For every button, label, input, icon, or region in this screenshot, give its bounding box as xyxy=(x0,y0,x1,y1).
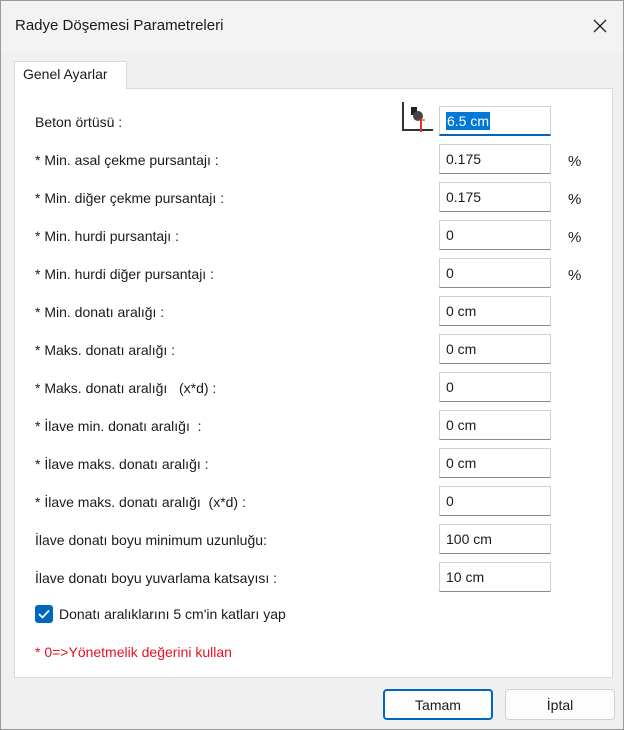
row-beton-ortusu: Beton örtüsü : 6.5 cm xyxy=(15,102,614,138)
tab-label: Genel Ayarlar xyxy=(23,66,108,82)
row-ilave-min-donati-araligi: * İlave min. donatı aralığı : 0 cm xyxy=(15,410,614,442)
min-hurdi-input[interactable]: 0 xyxy=(439,220,551,250)
row-label: * Maks. donatı aralığı : xyxy=(35,342,176,358)
row-label: Beton örtüsü : xyxy=(35,114,123,130)
ilave-donati-min-uzunluk-input[interactable]: 100 cm xyxy=(439,524,551,554)
selected-text: 6.5 cm xyxy=(446,111,491,130)
row-ilave-donati-yuvarlama: İlave donatı boyu yuvarlama katsayısı : … xyxy=(15,562,614,594)
ilave-donati-yuvarlama-input[interactable]: 10 cm xyxy=(439,562,551,592)
cover-diagram-icon[interactable] xyxy=(399,102,435,136)
row-label: * Min. hurdi diğer pursantajı : xyxy=(35,266,214,282)
row-label: * İlave maks. donatı aralığı : xyxy=(35,456,209,472)
row-ilave-maks-donati-araligi: * İlave maks. donatı aralığı : 0 cm xyxy=(15,448,614,480)
ilave-maks-donati-araligi-input[interactable]: 0 cm xyxy=(439,448,551,478)
row-label: * Min. asal çekme pursantajı : xyxy=(35,152,219,168)
row-label: * Min. hurdi pursantajı : xyxy=(35,228,179,244)
default-value-note: * 0=>Yönetmelik değerini kullan xyxy=(35,644,232,660)
percent-unit: % xyxy=(568,153,582,170)
row-min-asal-cekme: * Min. asal çekme pursantajı : 0.175 % xyxy=(15,144,614,176)
close-icon xyxy=(593,19,607,33)
percent-unit: % xyxy=(568,267,582,284)
row-min-hurdi: * Min. hurdi pursantajı : 0 % xyxy=(15,220,614,252)
ilave-maks-donati-araligi-xd-input[interactable]: 0 xyxy=(439,486,551,516)
min-hurdi-diger-input[interactable]: 0 xyxy=(439,258,551,288)
checkbox-label: Donatı aralıklarını 5 cm'in katları yap xyxy=(59,606,286,622)
maks-donati-araligi-xd-input[interactable]: 0 xyxy=(439,372,551,402)
dialog-title: Radye Döşemesi Parametreleri xyxy=(15,17,224,34)
row-label: * Min. diğer çekme pursantajı : xyxy=(35,190,225,206)
donati-5cm-checkbox[interactable] xyxy=(35,605,53,623)
row-label: * İlave maks. donatı aralığı (x*d) : xyxy=(35,494,246,510)
row-min-donati-araligi: * Min. donatı aralığı : 0 cm xyxy=(15,296,614,328)
settings-panel: Beton örtüsü : 6.5 cm * Min. asal çekme … xyxy=(14,88,613,678)
row-maks-donati-araligi-xd: * Maks. donatı aralığı (x*d) : 0 xyxy=(15,372,614,404)
row-maks-donati-araligi: * Maks. donatı aralığı : 0 cm xyxy=(15,334,614,366)
ok-button[interactable]: Tamam xyxy=(383,689,493,720)
row-label: * Maks. donatı aralığı (x*d) : xyxy=(35,380,217,396)
beton-ortusu-input[interactable]: 6.5 cm xyxy=(439,106,551,136)
row-min-diger-cekme: * Min. diğer çekme pursantajı : 0.175 % xyxy=(15,182,614,214)
row-label: * Min. donatı aralığı : xyxy=(35,304,165,320)
row-label: * İlave min. donatı aralığı : xyxy=(35,418,202,434)
title-bar: Radye Döşemesi Parametreleri xyxy=(1,1,623,51)
row-min-hurdi-diger: * Min. hurdi diğer pursantajı : 0 % xyxy=(15,258,614,290)
row-ilave-donati-min-uzunluk: İlave donatı boyu minimum uzunluğu: 100 … xyxy=(15,524,614,556)
min-diger-cekme-input[interactable]: 0.175 xyxy=(439,182,551,212)
close-button[interactable] xyxy=(577,1,623,51)
min-asal-cekme-input[interactable]: 0.175 xyxy=(439,144,551,174)
cancel-button[interactable]: İptal xyxy=(505,689,615,720)
checkmark-icon xyxy=(38,609,50,619)
percent-unit: % xyxy=(568,229,582,246)
percent-unit: % xyxy=(568,191,582,208)
row-label: İlave donatı boyu minimum uzunluğu: xyxy=(35,532,267,548)
ilave-min-donati-araligi-input[interactable]: 0 cm xyxy=(439,410,551,440)
tab-genel-ayarlar[interactable]: Genel Ayarlar xyxy=(14,61,127,89)
row-label: İlave donatı boyu yuvarlama katsayısı : xyxy=(35,570,278,586)
maks-donati-araligi-input[interactable]: 0 cm xyxy=(439,334,551,364)
row-ilave-maks-donati-araligi-xd: * İlave maks. donatı aralığı (x*d) : 0 xyxy=(15,486,614,518)
dialog-window: Radye Döşemesi Parametreleri Genel Ayarl… xyxy=(0,0,624,730)
min-donati-araligi-input[interactable]: 0 cm xyxy=(439,296,551,326)
